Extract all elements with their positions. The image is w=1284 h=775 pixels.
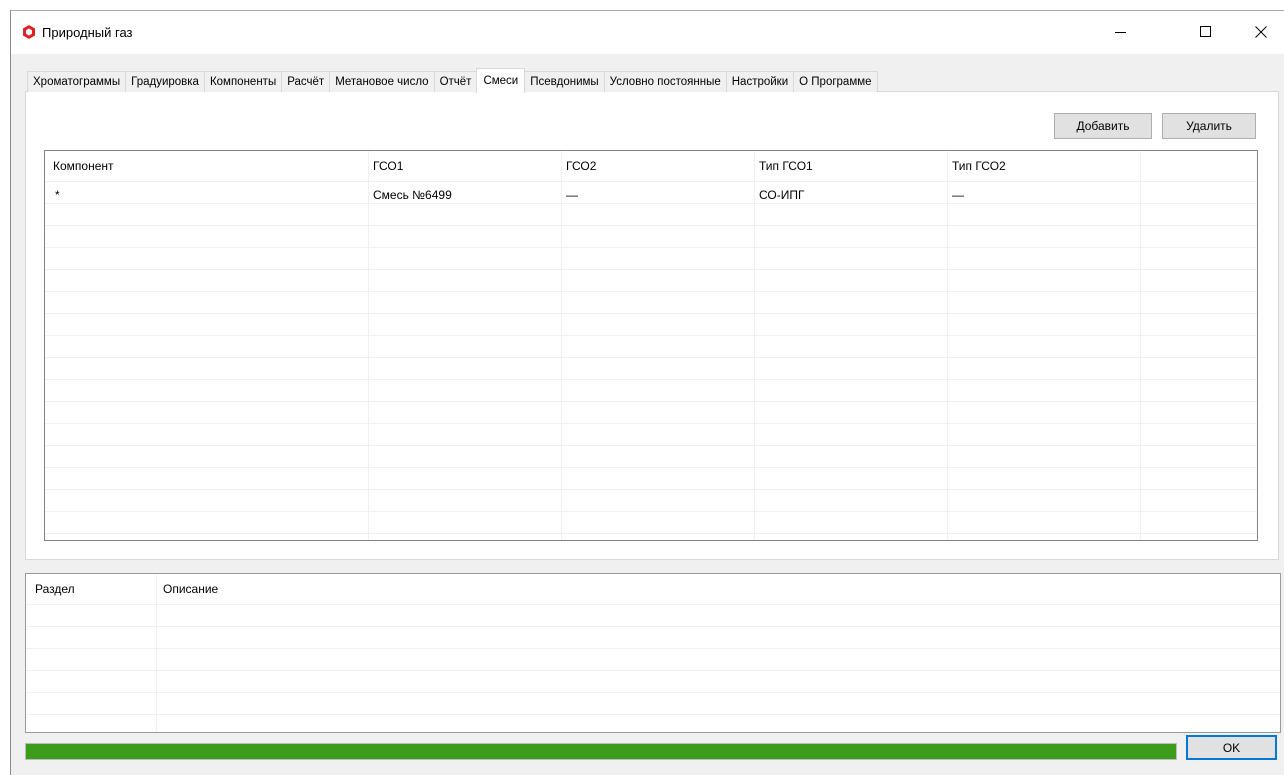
cell-gso2[interactable]: — xyxy=(566,188,578,202)
row-divider xyxy=(26,626,1280,627)
row-divider xyxy=(45,467,1257,468)
window-title: Природный газ xyxy=(42,25,133,40)
tab-report[interactable]: Отчёт xyxy=(433,71,478,92)
row-divider xyxy=(45,511,1257,512)
row-divider xyxy=(45,203,1257,204)
delete-button[interactable]: Удалить xyxy=(1162,113,1256,139)
row-divider xyxy=(45,291,1257,292)
column-divider xyxy=(368,151,369,540)
tab-calculation[interactable]: Расчёт xyxy=(281,71,331,92)
column-header-gso1-type[interactable]: Тип ГСО1 xyxy=(759,151,813,181)
row-divider xyxy=(26,604,1280,605)
row-divider xyxy=(26,670,1280,671)
tab-settings[interactable]: Настройки xyxy=(725,71,795,92)
tab-conditional-constants[interactable]: Условно постоянные xyxy=(603,71,727,92)
mixtures-table[interactable]: Компонент ГСО1 ГСО2 Тип ГСО1 Тип ГСО2 * … xyxy=(44,150,1258,541)
row-divider xyxy=(45,533,1257,534)
maximize-icon xyxy=(1200,26,1211,37)
column-divider xyxy=(754,151,755,540)
row-divider xyxy=(45,247,1257,248)
progress-fill xyxy=(26,744,1176,759)
tab-calibration[interactable]: Градуировка xyxy=(125,71,205,92)
row-divider xyxy=(45,313,1257,314)
row-divider xyxy=(45,445,1257,446)
row-divider xyxy=(45,225,1257,226)
tab-methane-number[interactable]: Метановое число xyxy=(329,71,435,92)
column-divider xyxy=(156,574,157,732)
row-divider xyxy=(45,401,1257,402)
cell-gso2-type[interactable]: — xyxy=(952,188,964,202)
row-divider xyxy=(26,648,1280,649)
minimize-icon xyxy=(1115,32,1126,33)
column-divider xyxy=(947,151,948,540)
close-button[interactable] xyxy=(1238,12,1284,52)
column-header-component[interactable]: Компонент xyxy=(53,151,114,181)
tab-strip: Хроматограммы Градуировка Компоненты Рас… xyxy=(27,68,878,93)
column-header-description[interactable]: Описание xyxy=(163,582,218,596)
tab-components[interactable]: Компоненты xyxy=(203,71,283,92)
row-divider xyxy=(45,379,1257,380)
maximize-button[interactable] xyxy=(1183,12,1229,52)
cell-gso1-type[interactable]: СО-ИПГ xyxy=(759,188,804,202)
row-divider xyxy=(26,714,1280,715)
close-icon xyxy=(1255,26,1267,38)
app-logo-icon xyxy=(23,25,35,39)
tab-mixtures[interactable]: Смеси xyxy=(476,68,526,93)
log-table[interactable]: Раздел Описание xyxy=(25,573,1281,733)
title-bar[interactable] xyxy=(11,11,1284,54)
column-header-gso1[interactable]: ГСО1 xyxy=(373,151,403,181)
progress-bar xyxy=(25,743,1177,760)
minimize-button[interactable] xyxy=(1098,12,1144,52)
row-divider xyxy=(45,489,1257,490)
add-button[interactable]: Добавить xyxy=(1054,113,1152,139)
ok-button[interactable]: OK xyxy=(1186,735,1277,760)
column-header-gso2-type[interactable]: Тип ГСО2 xyxy=(952,151,1006,181)
cell-component[interactable]: * xyxy=(55,188,60,202)
row-divider xyxy=(45,423,1257,424)
column-header-gso2[interactable]: ГСО2 xyxy=(566,151,596,181)
row-divider xyxy=(45,357,1257,358)
column-divider xyxy=(1140,151,1141,540)
row-divider xyxy=(45,335,1257,336)
column-header-section[interactable]: Раздел xyxy=(35,582,75,596)
row-divider xyxy=(45,181,1257,182)
row-divider xyxy=(26,692,1280,693)
tab-about[interactable]: О Программе xyxy=(793,71,878,92)
tab-aliases[interactable]: Псевдонимы xyxy=(524,71,605,92)
row-divider xyxy=(45,269,1257,270)
column-divider xyxy=(561,151,562,540)
tab-chromatograms[interactable]: Хроматограммы xyxy=(27,71,127,92)
cell-gso1[interactable]: Смесь №6499 xyxy=(373,188,452,202)
